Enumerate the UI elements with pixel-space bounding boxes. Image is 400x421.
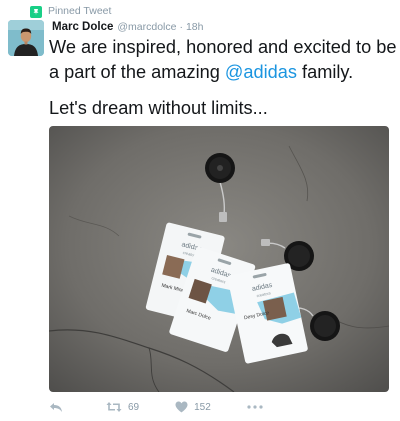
tweet-photo[interactable]: adidas creators Mark Miner adidas creato… [49,126,389,392]
tweet-timestamp[interactable]: 18h [186,21,204,33]
tweet-text: We are inspired, honored and excited to … [49,35,397,121]
reply-button[interactable] [49,401,63,413]
retweet-button[interactable]: 69 [106,401,139,413]
retweet-icon [106,402,122,412]
more-button[interactable] [247,405,263,409]
pinned-tweet-header: Pinned Tweet [30,4,111,18]
like-button[interactable]: 152 [175,401,211,413]
more-icon [247,405,263,409]
reply-icon [50,403,62,412]
tweet-line-2-suffix: family. [296,61,354,82]
tweet-actions: 69 152 [49,400,263,414]
tweet-line-3: Let's dream without limits... [49,98,268,118]
mention-link[interactable]: @adidas [225,62,297,82]
avatar[interactable] [8,20,44,56]
tweet-line-2: a part of the amazing @adidas family. [49,60,395,85]
tweet-line-2-prefix: a part of the amazing [49,61,225,82]
tweet-header: Marc Dolce @marcdolce · 18h [52,21,203,33]
like-count: 152 [194,401,211,413]
author-handle[interactable]: @marcdolce [117,21,176,33]
heart-icon [175,401,188,413]
author-name[interactable]: Marc Dolce [52,21,113,33]
separator-dot: · [179,21,183,33]
pin-icon [30,5,42,18]
pinned-label: Pinned Tweet [48,5,112,17]
tweet-line-1: We are inspired, honored and excited to … [49,37,397,57]
retweet-count: 69 [128,401,140,413]
